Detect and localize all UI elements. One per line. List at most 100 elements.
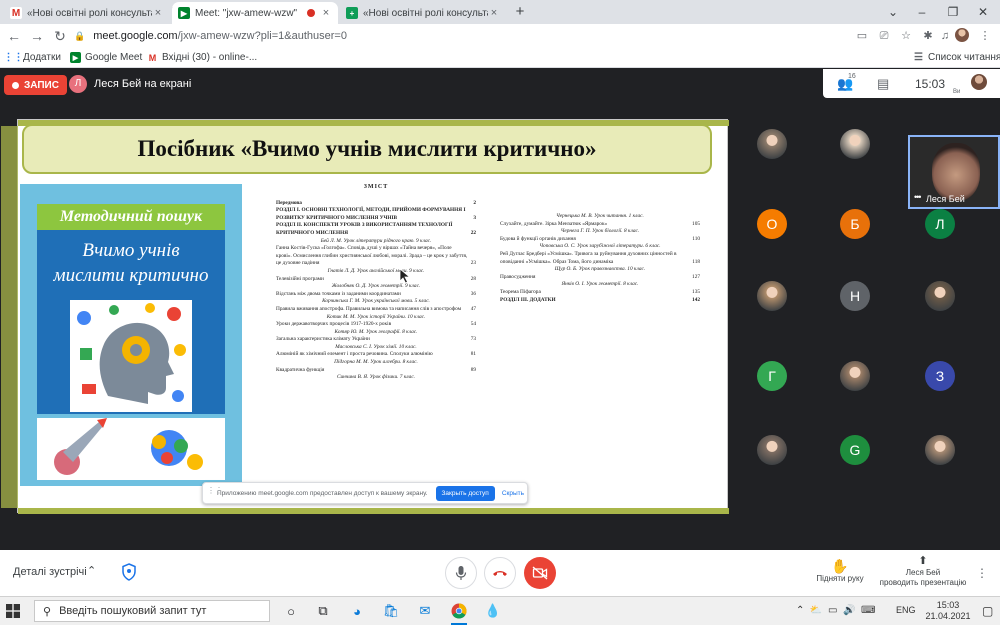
participant-tile[interactable] bbox=[811, 341, 899, 411]
forward-arrow-icon[interactable]: → bbox=[29, 28, 45, 44]
chrome-icon[interactable] bbox=[450, 602, 468, 625]
bookmark-star-icon[interactable]: ☆ bbox=[899, 29, 913, 43]
participant-tile[interactable]: Г bbox=[728, 341, 816, 411]
taskbar-search-input[interactable]: ⚲ Введіть пошуковий запит тут bbox=[34, 600, 270, 622]
close-icon[interactable]: × bbox=[320, 7, 332, 19]
participant-tile[interactable] bbox=[728, 109, 816, 179]
toc-entry-page: 22 bbox=[470, 229, 476, 236]
browser-toolbar: ← → ↻ 🔒 meet.google.com/jxw-amew-wzw?pli… bbox=[0, 24, 1000, 48]
participant-tile[interactable]: Б bbox=[811, 189, 899, 259]
reading-list[interactable]: ☰ Список читання bbox=[913, 52, 1000, 63]
hand-icon: ✋ bbox=[831, 558, 849, 574]
meeting-clock: 15:03 bbox=[915, 77, 946, 91]
book-title-line: Вчимо учнів bbox=[82, 240, 180, 261]
drag-handle-icon[interactable]: ⋮⋮ bbox=[207, 487, 223, 495]
raise-hand-label: Підняти руку bbox=[816, 574, 864, 583]
meeting-details-button[interactable]: Деталі зустрічі bbox=[13, 566, 87, 578]
self-video-tile[interactable]: ••• Леся Бей bbox=[908, 135, 1000, 209]
chat-icon[interactable]: ▤ bbox=[877, 76, 889, 92]
cast-icon[interactable]: ⎚ bbox=[877, 29, 891, 43]
chevron-up-icon[interactable]: ⌃ bbox=[87, 564, 96, 577]
browser-tab-gmail[interactable]: M «Нові освітні ролі консультанта × bbox=[4, 2, 170, 24]
browser-tab-sheets[interactable]: + «Нові освітні ролі консультанта × bbox=[340, 2, 506, 24]
raise-hand-button[interactable]: ✋ Підняти руку bbox=[810, 558, 870, 583]
close-icon[interactable]: × bbox=[488, 7, 500, 19]
address-bar[interactable]: 🔒 meet.google.com/jxw-amew-wzw?pli=1&aut… bbox=[74, 26, 814, 46]
participant-tile[interactable]: G bbox=[811, 415, 899, 485]
self-avatar[interactable] bbox=[971, 74, 987, 90]
shield-icon[interactable] bbox=[121, 563, 137, 581]
presenting-status-button[interactable]: ⬆ Леся Бей проводить презентацію bbox=[878, 554, 968, 588]
toc-author: Підгорна М. М. Урок алгебри. 8 клас. bbox=[334, 359, 418, 366]
slide-title: Посібник «Вчимо учнів мислити критично» bbox=[137, 136, 597, 161]
participant-tile[interactable]: О bbox=[728, 189, 816, 259]
reload-icon[interactable]: ↻ bbox=[52, 28, 68, 44]
paint3d-icon[interactable]: 💧 bbox=[484, 602, 502, 620]
cortana-icon[interactable]: ○ bbox=[282, 602, 300, 620]
toc-entry-title: Рей Дуглас Бредбері «Усмішка». Тривога з… bbox=[500, 250, 677, 265]
participant-tile[interactable] bbox=[728, 261, 816, 331]
participant-tile[interactable] bbox=[728, 415, 816, 485]
meet-icon: ▶ bbox=[70, 52, 81, 63]
notifications-icon[interactable]: ▢ bbox=[982, 604, 993, 618]
media-icon[interactable]: ♫ bbox=[938, 29, 952, 43]
rocket-and-gears-illustration-icon bbox=[54, 418, 203, 475]
toc-author: Янків О. І. Урок геометрії. 8 клас. bbox=[561, 281, 639, 288]
clock-date: 21.04.2021 bbox=[925, 611, 971, 621]
toc-list: Передмова 2 РОЗДІЛ І. ОСНОВНІ ТЕХНОЛОГІЇ, … bbox=[276, 200, 476, 382]
bookmark-google-meet[interactable]: ▶ Google Meet bbox=[70, 52, 142, 63]
more-options-icon[interactable]: ⋮ bbox=[976, 566, 988, 580]
leave-call-button[interactable] bbox=[484, 557, 516, 589]
toc-entry-title: Телевізійні програми bbox=[276, 275, 324, 282]
new-tab-button[interactable]: + bbox=[512, 4, 528, 20]
task-view-icon[interactable]: ⧉ bbox=[314, 602, 332, 620]
browser-menu-icon[interactable]: ⋮ bbox=[978, 29, 992, 43]
bookmark-apps[interactable]: ⋮⋮ Додатки bbox=[3, 52, 61, 63]
sheets-icon: + bbox=[346, 7, 358, 19]
participant-photo-avatar bbox=[840, 361, 870, 391]
window-close-icon[interactable]: ✕ bbox=[975, 4, 991, 20]
microphone-icon bbox=[455, 566, 467, 580]
tab-search-icon[interactable]: ⌄ bbox=[885, 4, 901, 20]
profile-avatar[interactable] bbox=[955, 28, 969, 42]
edge-icon[interactable]: ◕ bbox=[348, 602, 366, 620]
bookmark-gmail[interactable]: M Вхідні (30) - online-... bbox=[147, 52, 257, 63]
restore-icon[interactable]: ❐ bbox=[945, 4, 961, 20]
participant-tile[interactable] bbox=[896, 415, 984, 485]
taskbar-clock[interactable]: 15:03 21.04.2021 bbox=[918, 600, 978, 622]
toc-entry-page: 105 bbox=[692, 220, 700, 227]
participant-tile[interactable] bbox=[811, 109, 899, 179]
toc-entry-title: Відстань між двома точками із заданими к… bbox=[276, 290, 401, 297]
more-options-icon[interactable]: ••• bbox=[914, 192, 922, 202]
camera-in-use-icon[interactable]: ▭ bbox=[855, 29, 869, 43]
camera-off-button[interactable] bbox=[524, 557, 556, 589]
system-tray-icons[interactable]: ⌃ ⛅ ▭ 🔊 ⌨ bbox=[796, 605, 875, 616]
participant-tile[interactable] bbox=[896, 261, 984, 331]
mail-icon[interactable]: ✉ bbox=[416, 602, 434, 620]
store-icon[interactable]: 🛍 bbox=[382, 602, 400, 620]
stop-sharing-button[interactable]: Закрыть доступ bbox=[435, 485, 495, 501]
extensions-puzzle-icon[interactable]: ✱ bbox=[921, 29, 935, 43]
toc-entry-title: РОЗДІЛ І. ОСНОВНІ ТЕХНОЛОГІЇ, МЕТОДИ, ПР… bbox=[276, 207, 466, 221]
toc-entry: Ганна Костів-Гуска «Голгофа». Сповідь ду… bbox=[276, 245, 476, 268]
minimize-icon[interactable]: – bbox=[914, 4, 930, 20]
participant-tile[interactable]: З bbox=[896, 341, 984, 411]
camera-off-icon bbox=[532, 566, 548, 580]
toc-author: Жолобняк О. Д. Урок геометрії. 9 клас. bbox=[331, 283, 421, 290]
tab-title: Meet: "jxw-amew-wzw" bbox=[195, 7, 298, 19]
participant-tile[interactable]: Н bbox=[811, 261, 899, 331]
microphone-button[interactable] bbox=[445, 557, 477, 589]
apps-grid-icon: ⋮⋮ bbox=[3, 52, 24, 63]
toc-heading: ЗМІСТ bbox=[363, 184, 389, 190]
close-icon[interactable]: × bbox=[152, 7, 164, 19]
hide-notification-button[interactable]: Скрыть bbox=[502, 490, 524, 497]
participant-photo-avatar bbox=[757, 435, 787, 465]
input-language[interactable]: ENG bbox=[896, 605, 916, 615]
back-arrow-icon[interactable]: ← bbox=[6, 28, 22, 44]
toc-entry-page: 142 bbox=[692, 296, 700, 303]
browser-tab-meet[interactable]: ▶ Meet: "jxw-amew-wzw" × bbox=[172, 2, 338, 24]
windows-start-icon[interactable] bbox=[6, 604, 20, 618]
toc-author: Чернецька М. В. Урок читання. 1 клас. bbox=[556, 213, 644, 219]
toc-author: Гнатів Л. Д. Урок англійської мови. 9 кл… bbox=[327, 267, 425, 274]
toc-list: Чернецька М. В. Урок читання. 1 клас. Слу… bbox=[500, 213, 700, 304]
